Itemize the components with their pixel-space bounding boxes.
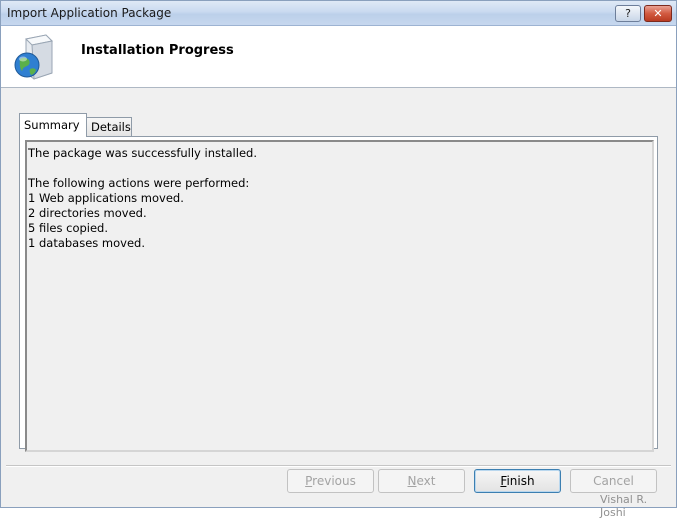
watermark: Vishal R. Joshi	[600, 493, 648, 519]
dialog-window: Import Application Package ? ✕ Installat…	[0, 0, 677, 519]
finish-label: inish	[506, 474, 535, 488]
package-globe-icon	[14, 34, 54, 80]
finish-button[interactable]: Finish	[474, 469, 561, 493]
tab-details[interactable]: Details	[86, 117, 132, 136]
next-label: ext	[416, 474, 436, 488]
next-accel: N	[407, 474, 417, 488]
previous-label: revious	[312, 474, 356, 488]
close-button[interactable]: ✕	[644, 5, 672, 22]
next-button[interactable]: Next	[378, 469, 465, 493]
wizard-header: Installation Progress	[1, 26, 676, 88]
summary-panel: The package was successfully installed. …	[19, 136, 658, 452]
summary-textbox[interactable]: The package was successfully installed. …	[25, 140, 654, 452]
window-title: Import Application Package	[7, 6, 172, 20]
button-separator	[6, 465, 671, 467]
page-title: Installation Progress	[81, 43, 234, 58]
help-button[interactable]: ?	[615, 5, 641, 22]
title-bar[interactable]: Import Application Package ? ✕	[1, 1, 676, 26]
cancel-button[interactable]: Cancel	[570, 469, 657, 493]
previous-button[interactable]: Previous	[287, 469, 374, 493]
tab-summary[interactable]: Summary	[19, 113, 87, 137]
